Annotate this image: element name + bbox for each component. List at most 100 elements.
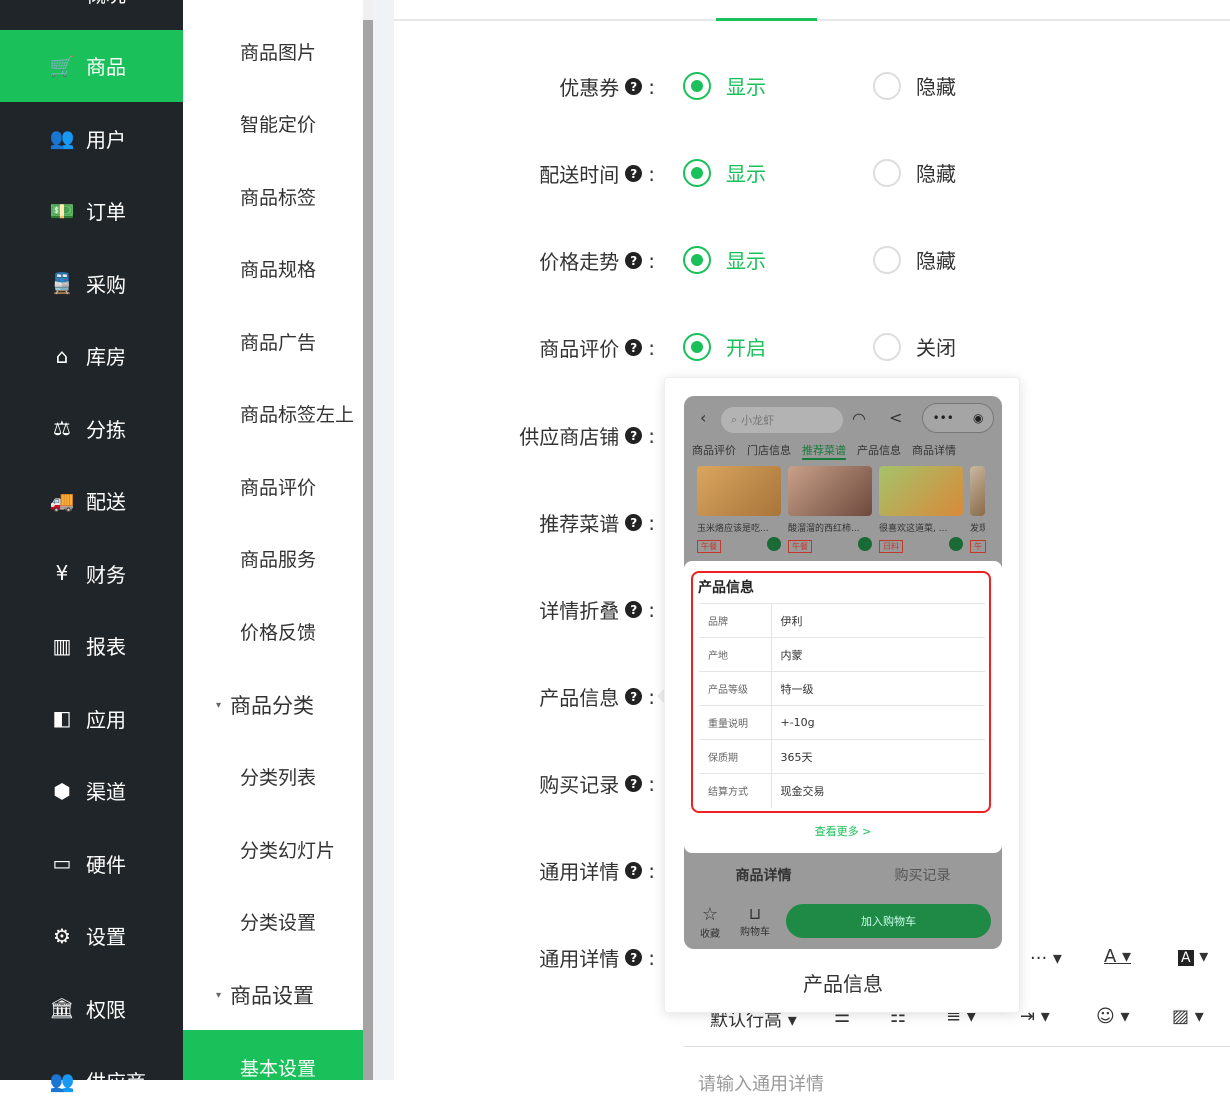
submenu-item[interactable]: 分类设置 (240, 908, 316, 935)
sidebar-item-label: 用户 (86, 127, 126, 152)
sidebar-item[interactable]: 🚚 配送 (0, 465, 183, 537)
sidebar-item[interactable]: 🚆 采购 (0, 247, 183, 319)
recipe-image (970, 466, 985, 516)
indent-icon[interactable]: ⇥ ▾ (1020, 1006, 1050, 1027)
submenu-item[interactable]: 分类列表 (240, 763, 316, 790)
submenu-item[interactable]: 商品标签左上 (240, 400, 354, 427)
phone-tab: 商品详情 (912, 444, 956, 457)
cart-icon: ⊔ (748, 904, 762, 923)
help-icon[interactable]: ? (625, 514, 643, 531)
help-icon[interactable]: ? (625, 427, 643, 444)
sidebar-item-label: 库房 (86, 345, 126, 369)
recipe-tag: 午 (970, 540, 986, 553)
sidebar-item-label: 概况 (86, 0, 126, 8)
sidebar-item[interactable]: ⬢ 渠道 (0, 755, 183, 827)
product-info-row: 结算方式 现金交易 (699, 773, 985, 808)
setting-label-colon: : (648, 161, 655, 186)
submenu-item[interactable]: 价格反馈 (240, 618, 316, 645)
setting-label-colon: : (648, 771, 655, 796)
submenu-item[interactable]: 商品规格 (240, 255, 316, 282)
setting-label-text: 配送时间 (539, 163, 620, 187)
product-info-row: 产品等级 特一级 (699, 671, 985, 706)
radio-unchecked-icon (873, 158, 901, 187)
sidebar-item[interactable]: ⌂ 库房 (0, 320, 183, 392)
submenu-group-category[interactable]: ▾ 商品分类 (216, 690, 314, 720)
sidebar-item[interactable]: ¥ 财务 (0, 537, 183, 609)
sitemap-icon: ⚙ (53, 923, 71, 948)
setting-label-text: 优惠券 (559, 76, 620, 100)
radio-option-on[interactable]: 显示 (683, 71, 766, 100)
setting-label-text: 购买记录 (539, 773, 620, 797)
radio-option-off[interactable]: 隐藏 (873, 71, 956, 100)
setting-label: 价格走势?: (539, 246, 655, 275)
font-color-button[interactable]: A ▾ (1104, 946, 1131, 967)
radio-option-on[interactable]: 开启 (683, 332, 766, 361)
editor-placeholder[interactable]: 请输入通用详情 (698, 1070, 824, 1096)
emoji-icon[interactable]: ☺ ▾ (1096, 1006, 1130, 1027)
submenu-item[interactable]: 商品评价 (240, 473, 316, 500)
setting-label-colon: : (648, 423, 655, 448)
setting-label: 配送时间?: (539, 159, 655, 188)
help-icon[interactable]: ? (625, 252, 643, 269)
submenu-group-settings[interactable]: ▾ 商品设置 (216, 980, 314, 1010)
radio-option-off[interactable]: 隐藏 (873, 245, 956, 274)
sidebar-item[interactable]: 👥 供应商 (0, 1045, 183, 1117)
help-icon[interactable]: ? (625, 165, 643, 182)
help-icon[interactable]: ? (625, 688, 643, 705)
product-info-row: 重量说明 +-10g (699, 705, 985, 740)
sidebar-item[interactable]: ▭ 概况 (0, 0, 183, 29)
sidebar-item[interactable]: 🏛 权限 (0, 972, 183, 1044)
sidebar-item[interactable]: ▥ 报表 (0, 610, 183, 682)
help-icon[interactable]: ? (625, 949, 643, 966)
sidebar-item[interactable]: ▭ 硬件 (0, 827, 183, 899)
setting-label: 推荐菜谱?: (539, 508, 655, 537)
radio-option-on[interactable]: 显示 (683, 245, 766, 274)
setting-label-text: 产品信息 (539, 686, 620, 710)
submenu-item[interactable]: 分类幻灯片 (240, 836, 335, 863)
dashboard-icon: ▭ (49, 0, 75, 5)
apps-icon: ◧ (52, 706, 72, 730)
bank-icon: 🏛 (49, 996, 75, 1020)
sidebar-item[interactable]: 💵 订单 (0, 175, 183, 247)
submenu-item-basic-settings[interactable]: 基本设置 (183, 1030, 363, 1080)
help-icon[interactable]: ? (625, 775, 643, 792)
image-icon[interactable]: ▨ ▾ (1172, 1006, 1204, 1027)
train-icon: 🚆 (49, 271, 75, 295)
search-icon: ⌕ (731, 413, 738, 426)
sidebar-item-label: 财务 (86, 562, 126, 587)
info-key: 重量说明 (699, 705, 772, 740)
submenu-item[interactable]: 商品标签 (240, 183, 316, 210)
sidebar-item[interactable]: ⚙ 设置 (0, 900, 183, 972)
sidebar-item[interactable]: ⚖ 分拣 (0, 392, 183, 464)
more-tools-button[interactable]: ··· ▾ (1030, 948, 1062, 969)
sidebar-item-label: 配送 (86, 490, 126, 514)
scale-icon: ⚖ (53, 416, 71, 440)
fav-item: ☆ 收藏 (700, 904, 720, 940)
background-color-button[interactable]: A ▾ (1178, 946, 1208, 967)
caret-down-icon: ▾ (216, 989, 222, 1001)
sidebar-item[interactable]: 👥 用户 (0, 102, 183, 174)
submenu-item[interactable]: 智能定价 (240, 110, 316, 137)
help-icon[interactable]: ? (625, 601, 643, 618)
submenu-item[interactable]: 商品图片 (240, 38, 316, 65)
setting-label-text: 详情折叠 (539, 599, 620, 623)
sidebar-item[interactable]: ◧ 应用 (0, 682, 183, 754)
radio-option-on[interactable]: 显示 (683, 158, 766, 187)
setting-label-colon: : (648, 597, 655, 622)
sidebar-item[interactable]: 🛒 商品 (0, 29, 183, 102)
radio-option-off[interactable]: 隐藏 (873, 158, 956, 187)
help-icon[interactable]: ? (625, 862, 643, 879)
phone-tab: 商品评价 (692, 444, 736, 457)
phone-tab: 产品信息 (857, 444, 901, 457)
editor-divider (684, 1046, 1230, 1047)
help-icon[interactable]: ? (625, 78, 643, 95)
help-icon[interactable]: ? (625, 339, 643, 356)
radio-option-off[interactable]: 关闭 (873, 332, 956, 361)
yen-icon: ¥ (55, 561, 69, 585)
tab-purchase-record: 购买记录 (894, 868, 951, 884)
submenu-scrollbar-thumb[interactable] (363, 20, 373, 1080)
submenu-item[interactable]: 商品广告 (240, 328, 316, 355)
setting-label: 优惠券?: (559, 72, 655, 101)
submenu-item[interactable]: 商品服务 (240, 545, 316, 572)
phone-footer: ☆ 收藏 ⊔ 购物车 加入购物车 (684, 896, 1002, 949)
